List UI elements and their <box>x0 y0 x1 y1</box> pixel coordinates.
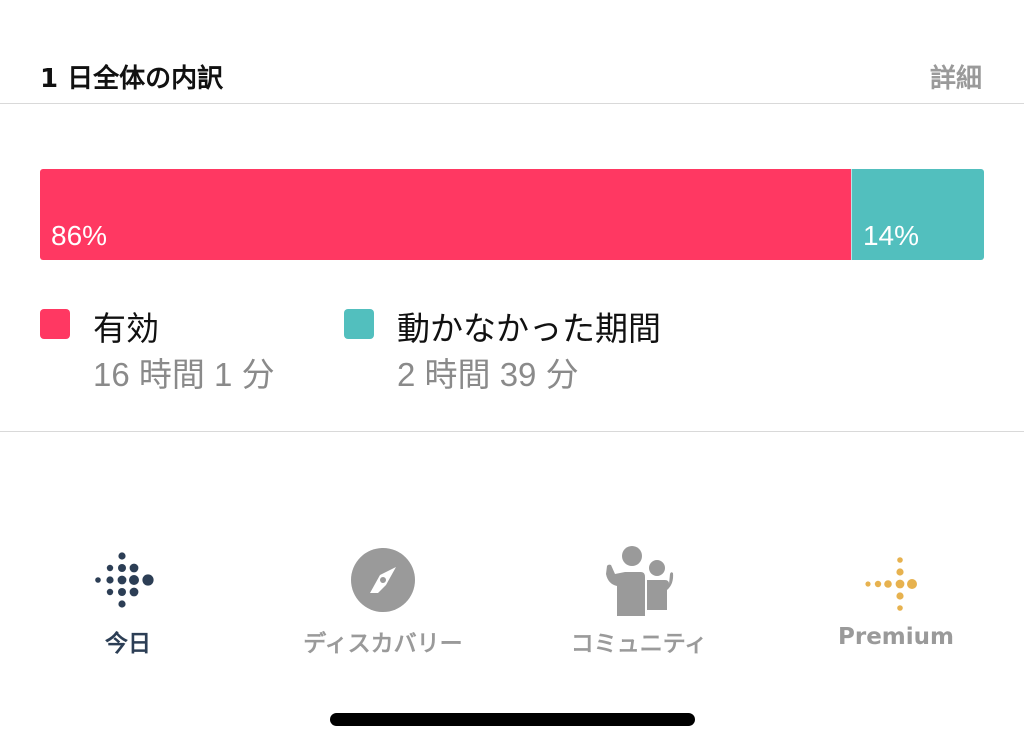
compass-icon <box>351 548 415 612</box>
tab-premium[interactable]: Premium <box>786 540 1006 660</box>
active-percent: 86% <box>51 220 108 251</box>
tab-community[interactable]: コミュニティ <box>529 540 749 660</box>
home-indicator[interactable] <box>330 713 695 726</box>
active-duration: 16 時間 1 分 <box>93 356 275 393</box>
divider <box>0 431 1024 432</box>
tab-discovery-label: ディスカバリー <box>303 631 463 657</box>
inactive-segment: 14% <box>850 169 984 260</box>
inactive-duration: 2 時間 39 分 <box>397 356 579 393</box>
inactive-swatch <box>344 309 374 339</box>
tab-premium-label: Premium <box>838 624 954 650</box>
tab-community-label: コミュニティ <box>570 631 708 657</box>
tab-today[interactable]: 今日 <box>18 540 238 660</box>
inactive-label: 動かなかった期間 <box>397 310 661 347</box>
details-link[interactable]: 詳細 <box>930 58 982 95</box>
breakdown-bar: 86% 14% <box>40 169 984 260</box>
active-segment: 86% <box>40 169 851 260</box>
inactive-percent: 14% <box>862 220 920 251</box>
fitbit-dots-icon <box>95 552 154 608</box>
premium-arrow-dots-icon <box>865 557 917 611</box>
section-title: 1 日全体の内訳 <box>40 64 224 94</box>
active-label: 有効 <box>93 310 159 347</box>
active-swatch <box>40 309 70 339</box>
tab-bar: 今日 ディスカバリー コミュニティ Premium <box>0 540 1024 660</box>
tab-discovery[interactable]: ディスカバリー <box>273 540 493 660</box>
community-people-icon <box>606 546 674 616</box>
tab-today-label: 今日 <box>105 631 151 657</box>
activity-breakdown-screen: 1 日全体の内訳 詳細 86% 14% 有効 16 時間 1 分 動かなかった期… <box>0 0 1024 748</box>
section-header: 1 日全体の内訳 詳細 <box>0 0 1024 104</box>
